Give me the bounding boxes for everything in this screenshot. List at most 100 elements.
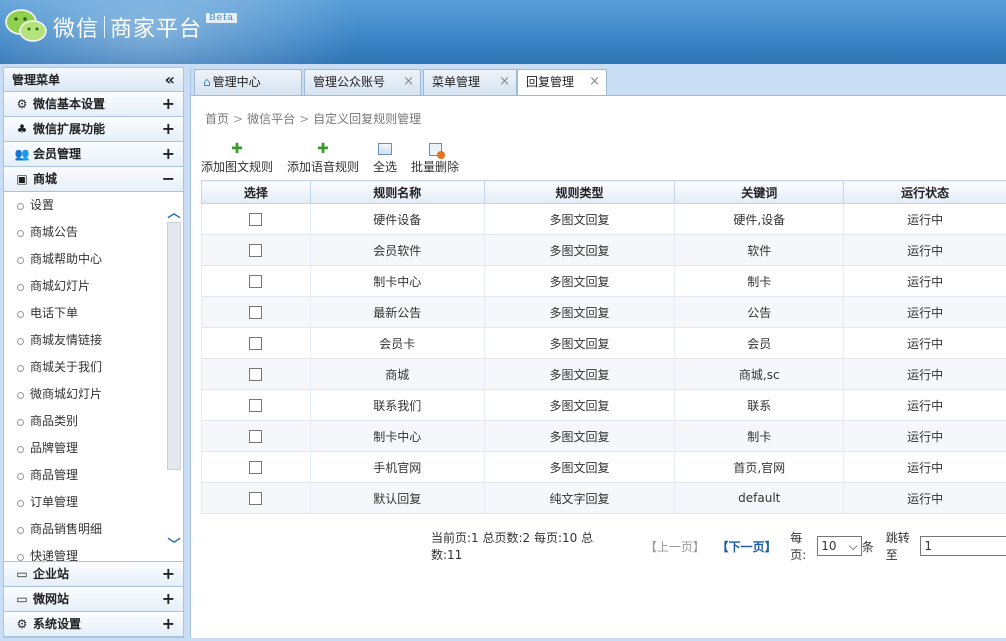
row-select-cell xyxy=(201,358,311,390)
rule-type-cell: 多图文回复 xyxy=(484,203,676,235)
keyword-cell: 公告 xyxy=(674,296,845,328)
sidebar-subitem[interactable]: 快递管理 xyxy=(4,543,183,561)
sidebar-subitem[interactable]: 品牌管理 xyxy=(4,435,183,462)
rule-name-cell: 会员软件 xyxy=(310,234,485,266)
leaf-icon: ♣ xyxy=(16,122,28,136)
sidebar-group-members[interactable]: 👥 会员管理 + xyxy=(4,142,183,167)
sidebar-group-enterprise-site[interactable]: ▭ 企业站 + xyxy=(4,562,183,587)
sidebar-title: 管理菜单 « xyxy=(4,68,183,92)
add-voice-rule-button[interactable]: ✚ 添加语音规则 xyxy=(287,140,359,178)
sidebar-subitem[interactable]: 电话下单 xyxy=(4,300,183,327)
rule-type-cell: 多图文回复 xyxy=(484,451,676,483)
row-select-cell xyxy=(201,389,311,421)
tab-public-accounts[interactable]: 管理公众账号 × xyxy=(304,69,421,95)
chevron-down-icon[interactable]: ﹀ xyxy=(165,534,183,553)
expand-icon[interactable]: + xyxy=(162,587,175,611)
sidebar-group-shop[interactable]: ▣ 商城 − xyxy=(4,167,183,192)
per-page-select[interactable]: 10 ⌵ xyxy=(817,536,862,556)
plus-icon: ✚ xyxy=(231,141,243,157)
row-checkbox[interactable] xyxy=(249,368,263,381)
sidebar-group-micro-site[interactable]: ▭ 微网站 + xyxy=(4,587,183,612)
row-checkbox[interactable] xyxy=(249,306,263,319)
keyword-cell: 硬件,设备 xyxy=(674,203,845,235)
row-checkbox[interactable] xyxy=(249,399,263,412)
row-checkbox[interactable] xyxy=(249,244,263,257)
per-page-unit: 条 xyxy=(861,539,874,554)
row-select-cell xyxy=(201,420,311,452)
expand-icon[interactable]: + xyxy=(162,117,175,141)
next-page-link[interactable]: 【下一页】 xyxy=(717,538,777,555)
expand-icon[interactable]: + xyxy=(162,562,175,586)
status-cell: 运行中 xyxy=(843,389,1006,421)
batch-delete-button[interactable]: 批量删除 xyxy=(411,140,459,178)
plus-icon: ✚ xyxy=(317,141,329,157)
chevron-up-icon[interactable]: ︿ xyxy=(165,202,183,221)
sidebar-group-wechat-basic[interactable]: ⚙ 微信基本设置 + xyxy=(4,92,183,117)
close-icon[interactable]: × xyxy=(499,70,510,94)
add-news-rule-button[interactable]: ✚ 添加图文规则 xyxy=(201,140,273,178)
expand-icon[interactable]: + xyxy=(162,612,175,636)
prev-page-link[interactable]: 【上一页】 xyxy=(645,538,705,555)
rule-name-cell: 会员卡 xyxy=(310,327,485,359)
column-header-status: 运行状态 xyxy=(843,180,1006,204)
breadcrumb-wechat-platform[interactable]: 微信平台 xyxy=(247,112,295,126)
jump-page-input[interactable]: 1 xyxy=(920,536,1006,556)
tab-reply-management[interactable]: 回复管理 × xyxy=(517,69,607,96)
row-select-cell xyxy=(201,296,311,328)
submenu-scrollbar[interactable]: ︿ ﹀ xyxy=(165,192,183,561)
wechat-logo-icon xyxy=(5,9,47,42)
sidebar-subitem[interactable]: 商城幻灯片 xyxy=(4,273,183,300)
expand-icon[interactable]: + xyxy=(162,142,175,166)
tab-bar: ⌂ 管理中心 管理公众账号 × 菜单管理 × 回复管理 × xyxy=(191,67,1006,96)
sidebar-group-wechat-extend[interactable]: ♣ 微信扩展功能 + xyxy=(4,117,183,142)
sidebar-subitem[interactable]: 订单管理 xyxy=(4,489,183,516)
rule-name-cell: 联系我们 xyxy=(310,389,485,421)
close-icon[interactable]: × xyxy=(589,70,600,94)
table-row: 最新公告 多图文回复 公告 运行中 xyxy=(201,296,1006,328)
sidebar-subitem[interactable]: 微商城幻灯片 xyxy=(4,381,183,408)
select-all-button[interactable]: 全选 xyxy=(373,140,397,178)
close-icon[interactable]: × xyxy=(403,70,414,94)
breadcrumb-home[interactable]: 首页 xyxy=(205,112,229,126)
monitor-icon: ▭ xyxy=(16,592,28,606)
sidebar-subitem[interactable]: 商城关于我们 xyxy=(4,354,183,381)
scroll-thumb[interactable] xyxy=(167,222,181,470)
row-checkbox[interactable] xyxy=(249,430,263,443)
collapse-sidebar-icon[interactable]: « xyxy=(165,68,175,92)
table-row: 手机官网 多图文回复 首页,官网 运行中 xyxy=(201,451,1006,483)
status-cell: 运行中 xyxy=(843,234,1006,266)
sidebar-group-label: 微信扩展功能 xyxy=(33,122,106,136)
sidebar-subitem[interactable]: 商城公告 xyxy=(4,219,183,246)
row-checkbox[interactable] xyxy=(249,213,263,226)
row-checkbox[interactable] xyxy=(249,461,263,474)
sidebar-subitem[interactable]: 商品销售明细 xyxy=(4,516,183,543)
sidebar-subitem[interactable]: 商品管理 xyxy=(4,462,183,489)
status-cell: 运行中 xyxy=(843,296,1006,328)
breadcrumb: 首页 > 微信平台 > 自定义回复规则管理 xyxy=(205,110,421,127)
tab-admin-center[interactable]: ⌂ 管理中心 xyxy=(194,69,302,95)
rule-type-cell: 多图文回复 xyxy=(484,234,676,266)
status-cell: 运行中 xyxy=(843,451,1006,483)
row-select-cell xyxy=(201,265,311,297)
collapse-icon[interactable]: − xyxy=(162,167,175,191)
select-all-icon xyxy=(378,140,393,158)
rules-table: 选择 规则名称 规则类型 关键词 运行状态 硬件设备 多图文回复 硬件,设备 运行中会… xyxy=(201,180,1006,514)
sidebar-subitem[interactable]: 商城友情链接 xyxy=(4,327,183,354)
tab-menu-management[interactable]: 菜单管理 × xyxy=(423,69,517,95)
row-checkbox[interactable] xyxy=(249,275,263,288)
add-voice-rule-label: 添加语音规则 xyxy=(287,160,360,174)
status-cell: 运行中 xyxy=(843,203,1006,235)
sidebar-subitem[interactable]: 商品类别 xyxy=(4,408,183,435)
row-checkbox[interactable] xyxy=(249,337,263,350)
sidebar-subitem[interactable]: 商城帮助中心 xyxy=(4,246,183,273)
sidebar-subitem[interactable]: 设置 xyxy=(4,192,183,219)
row-checkbox[interactable] xyxy=(249,492,263,505)
breadcrumb-current: 自定义回复规则管理 xyxy=(313,112,422,126)
table-row: 制卡中心 多图文回复 制卡 运行中 xyxy=(201,420,1006,452)
table-row: 默认回复 纯文字回复 default 运行中 xyxy=(201,482,1006,514)
rule-type-cell: 纯文字回复 xyxy=(484,482,676,514)
sidebar-group-system-settings[interactable]: ⚙ 系统设置 + xyxy=(4,612,183,637)
table-row: 会员卡 多图文回复 会员 运行中 xyxy=(201,327,1006,359)
sidebar-title-label: 管理菜单 xyxy=(12,73,61,87)
expand-icon[interactable]: + xyxy=(162,92,175,116)
